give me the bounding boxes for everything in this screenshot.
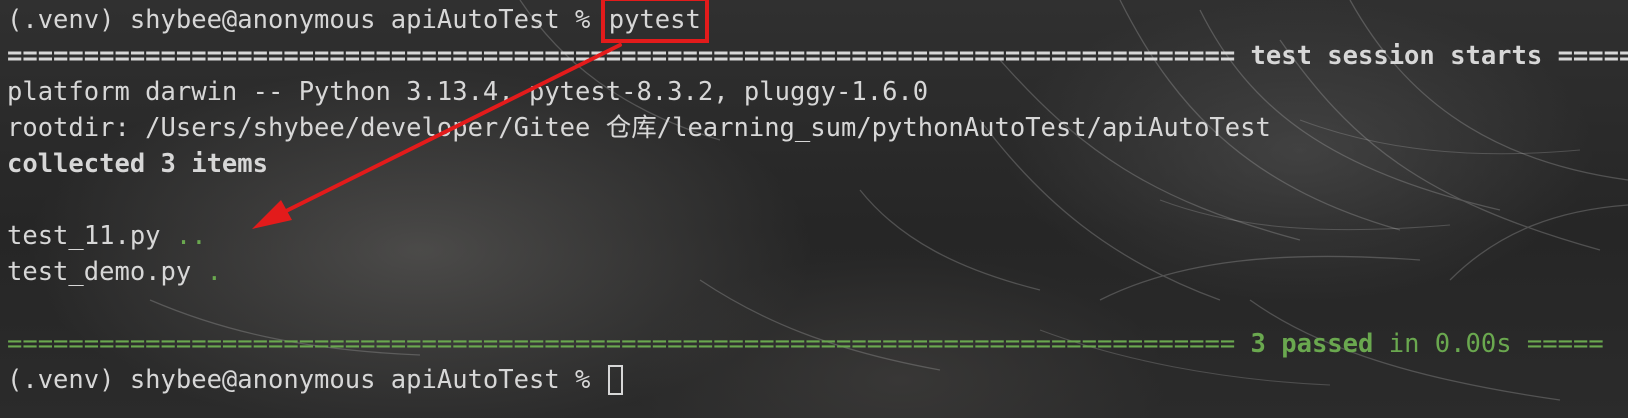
pytest-command: pytest: [600, 0, 709, 43]
final-prompt-line[interactable]: (.venv) shybee@anonymous apiAutoTest %: [7, 362, 623, 398]
test-result-row: test_11.py ..: [7, 218, 207, 254]
test-result-row: test_demo.py .: [7, 254, 222, 290]
terminal-window[interactable]: (.venv) shybee@anonymous apiAutoTest % p…: [0, 0, 1628, 418]
session-header: ========================================…: [7, 41, 1628, 71]
test-file-name: test_11.py: [7, 221, 176, 251]
command-line: (.venv) shybee@anonymous apiAutoTest % p…: [7, 0, 709, 43]
text-cursor: [607, 365, 623, 395]
platform-info: platform darwin -- Python 3.13.4, pytest…: [7, 77, 929, 107]
collected-count: collected 3 items: [7, 149, 268, 179]
shell-prompt: (.venv) shybee@anonymous apiAutoTest %: [7, 365, 606, 395]
test-pass-dots: .: [206, 257, 222, 287]
test-pass-dots: ..: [175, 221, 207, 251]
summary-separator-right: =====: [1526, 329, 1604, 359]
test-file-name: test_demo.py: [7, 257, 207, 287]
summary-passed-count: 3 passed: [1250, 329, 1374, 359]
summary-line: ========================================…: [7, 326, 1604, 362]
shell-prompt: (.venv) shybee@anonymous apiAutoTest %: [7, 5, 606, 35]
summary-separator-left: ========================================…: [7, 329, 1251, 359]
summary-duration: in 0.00s: [1373, 329, 1527, 359]
rootdir-info: rootdir: /Users/shybee/developer/Gitee 仓…: [7, 113, 1271, 143]
